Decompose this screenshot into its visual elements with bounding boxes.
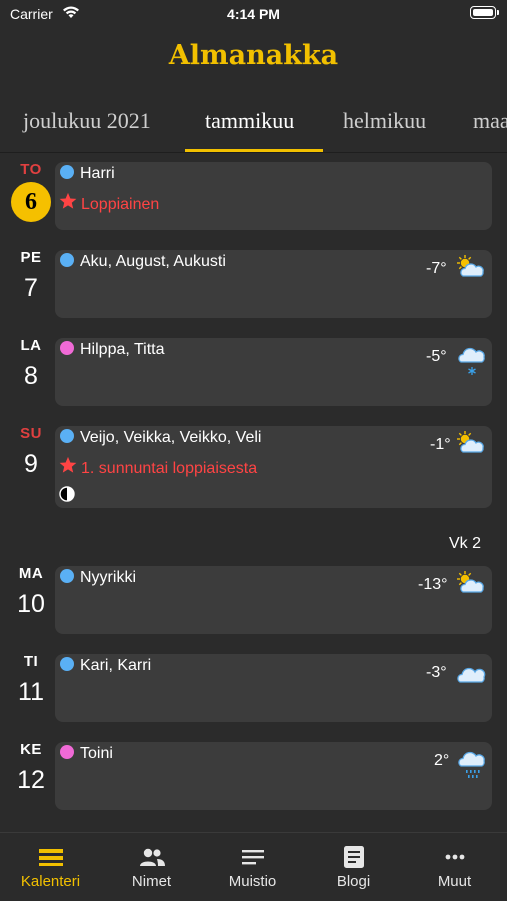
day-card[interactable]: Aku, August, Aukusti -7° — [55, 250, 492, 318]
name-day: Harri — [60, 165, 115, 183]
holiday-text: Loppiainen — [81, 196, 160, 213]
name-day: Toini — [60, 745, 113, 763]
name-day: Aku, August, Aukusti — [60, 253, 226, 271]
name-day-text: Aku, August, Aukusti — [80, 253, 226, 270]
status-bar: Carrier 4:14 PM — [0, 0, 507, 28]
month-tab-tammikuu[interactable]: tammikuu — [205, 108, 294, 134]
tab-label: Nimet — [131, 873, 172, 890]
today-marker: 6 — [11, 182, 51, 222]
tab-label: Muut — [437, 873, 472, 890]
day-card[interactable]: Kari, Karri -3° — [55, 654, 492, 722]
name-day: Nyyrikki — [60, 569, 136, 587]
month-tab-maaliskuu[interactable]: maa — [473, 108, 507, 134]
day-number: 9 — [24, 450, 38, 478]
tab-muut[interactable]: Muut — [404, 833, 505, 901]
tab-label: Muistio — [228, 873, 277, 890]
name-dot — [60, 341, 74, 355]
tab-label: Kalenteri — [20, 873, 81, 890]
holiday: Loppiainen — [59, 192, 159, 214]
lines-icon — [242, 850, 264, 865]
day-of-week: MA — [18, 565, 44, 582]
temperature: -13° — [418, 576, 448, 593]
snow-icon — [458, 347, 485, 375]
name-dot — [60, 165, 74, 179]
clock: 4:14 PM — [227, 6, 280, 22]
month-tab-joulukuu[interactable]: joulukuu 2021 — [23, 108, 151, 134]
day-number: 8 — [24, 362, 38, 390]
half-moon-icon — [59, 486, 75, 502]
sun-cloud-icon — [457, 255, 484, 277]
star-icon — [59, 192, 77, 209]
name-day-text: Hilppa, Titta — [80, 341, 165, 358]
temperature: -1° — [430, 436, 451, 453]
day-of-week: SU — [20, 425, 42, 442]
name-dot — [60, 569, 74, 583]
temperature: -3° — [426, 664, 447, 681]
day-number: 7 — [24, 274, 38, 302]
name-day-text: Toini — [80, 745, 113, 762]
day-card[interactable]: Nyyrikki -13° — [55, 566, 492, 634]
sun-cloud-icon — [457, 571, 484, 593]
holiday-text: 1. sunnuntai loppiaisesta — [81, 460, 258, 477]
name-day-text: Veijo, Veikka, Veikko, Veli — [80, 429, 262, 446]
tab-bar: Kalenteri Nimet Muistio Blogi Muut — [0, 832, 507, 901]
cloud-icon — [457, 667, 486, 683]
day-of-week: LA — [20, 337, 42, 354]
day-number: 11 — [18, 678, 44, 706]
people-icon — [140, 848, 165, 866]
name-day: Kari, Karri — [60, 657, 151, 675]
day-of-week: PE — [20, 249, 42, 266]
name-day-text: Harri — [80, 165, 115, 182]
more-icon — [445, 854, 465, 860]
day-number: 10 — [17, 590, 45, 618]
month-tabs: joulukuu 2021 tammikuu helmikuu maa — [0, 96, 507, 153]
tab-kalenteri[interactable]: Kalenteri — [0, 833, 101, 901]
week-number: Vk 2 — [449, 535, 482, 552]
name-dot — [60, 657, 74, 671]
month-tab-helmikuu[interactable]: helmikuu — [343, 108, 426, 134]
active-month-indicator — [185, 149, 323, 152]
day-card[interactable]: Toini 2° — [55, 742, 492, 810]
day-of-week: TO — [20, 161, 42, 178]
day-of-week: KE — [20, 741, 42, 758]
document-icon — [344, 846, 364, 868]
temperature: -7° — [426, 260, 447, 277]
day-card[interactable]: Hilppa, Titta -5° — [55, 338, 492, 406]
tab-label: Blogi — [336, 873, 371, 890]
name-day-text: Nyyrikki — [80, 569, 136, 586]
name-day-text: Kari, Karri — [80, 657, 152, 674]
day-card[interactable]: Veijo, Veikka, Veikko, Veli 1. sunnuntai… — [55, 426, 492, 508]
sun-cloud-icon — [457, 431, 484, 453]
tab-muistio[interactable]: Muistio — [202, 833, 303, 901]
name-day: Veijo, Veikka, Veikko, Veli — [60, 429, 261, 447]
app-title: Almanakka — [168, 40, 339, 71]
tab-nimet[interactable]: Nimet — [101, 833, 202, 901]
temperature: -5° — [426, 348, 447, 365]
name-day: Hilppa, Titta — [60, 341, 164, 359]
name-dot — [60, 745, 74, 759]
name-dot — [60, 429, 74, 443]
name-dot — [60, 253, 74, 267]
day-number: 12 — [17, 766, 45, 794]
rain-icon — [458, 751, 485, 778]
holiday: 1. sunnuntai loppiaisesta — [59, 456, 257, 478]
battery-icon — [470, 6, 499, 19]
day-of-week: TI — [23, 653, 39, 670]
tab-blogi[interactable]: Blogi — [303, 833, 404, 901]
calendar-icon — [39, 849, 63, 866]
star-icon — [59, 456, 77, 473]
temperature: 2° — [434, 752, 450, 769]
day-card[interactable]: Harri Loppiainen — [55, 162, 492, 230]
